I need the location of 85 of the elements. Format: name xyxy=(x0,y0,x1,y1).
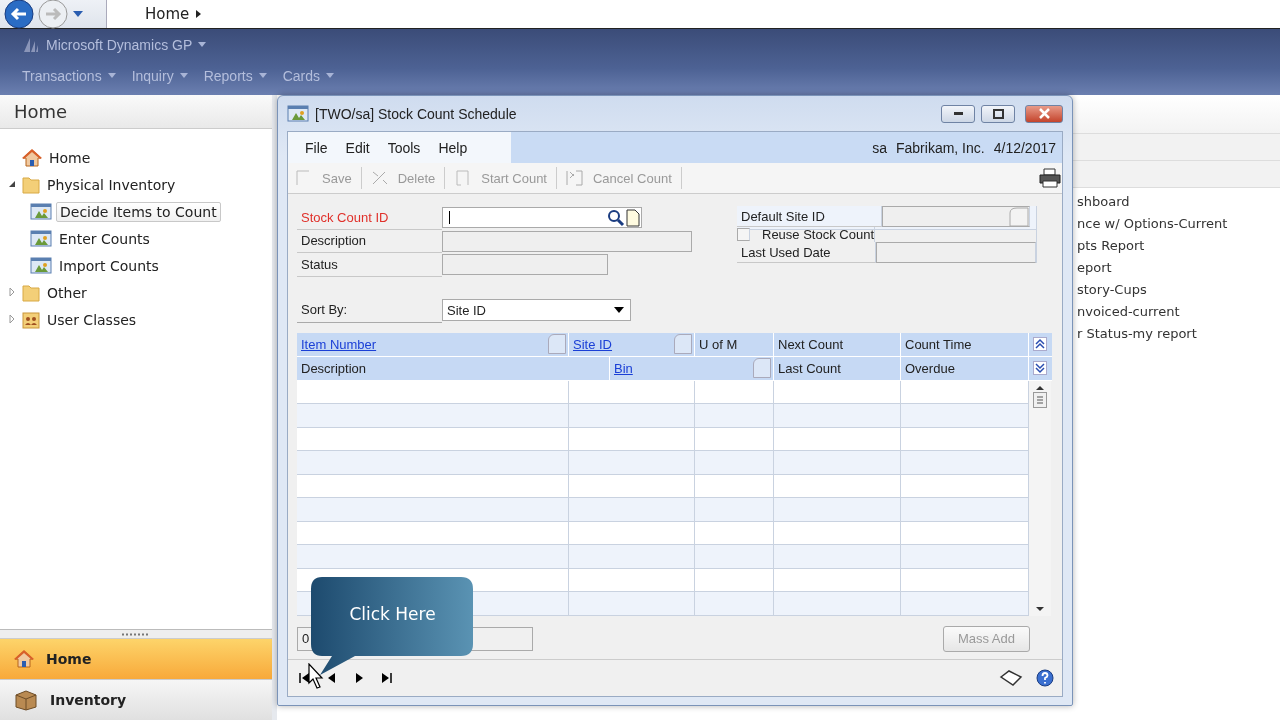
cancel-icon xyxy=(565,168,585,188)
tree-item[interactable]: Other xyxy=(44,282,90,303)
column-header: U of M xyxy=(699,336,738,352)
close-icon xyxy=(1038,108,1050,119)
column-header-link[interactable]: Bin xyxy=(614,360,633,376)
collapse-rows-icon[interactable] xyxy=(1033,337,1047,351)
navigation-section[interactable]: Inventory xyxy=(0,679,272,720)
dropdown-arrow-icon xyxy=(614,307,624,313)
home-icon xyxy=(22,148,42,167)
menu-item[interactable]: Help xyxy=(429,139,477,156)
user-name: sa xyxy=(872,139,887,156)
user-date: 4/12/2017 xyxy=(993,139,1056,156)
maximize-button[interactable] xyxy=(981,104,1015,123)
home-icon xyxy=(14,650,34,668)
input-field[interactable] xyxy=(442,207,642,229)
note-icon[interactable] xyxy=(999,669,1023,687)
dropdown[interactable]: Site ID xyxy=(442,299,631,321)
tree-item[interactable]: Home xyxy=(46,147,94,168)
tree-item[interactable]: Decide Items to Count xyxy=(56,201,221,222)
caret-icon xyxy=(179,73,188,78)
printer-icon[interactable] xyxy=(1038,167,1062,189)
column-header: Description xyxy=(301,360,367,376)
splitter-grip-icon[interactable] xyxy=(121,632,151,636)
column-header-link[interactable]: Item Number xyxy=(301,336,377,352)
column-header: Last Count xyxy=(778,360,841,376)
menu-item[interactable]: Tools xyxy=(378,139,430,156)
minimize-icon xyxy=(953,112,963,115)
window-icon xyxy=(30,229,52,248)
report-link[interactable]: story-Cups xyxy=(1077,282,1280,299)
checkbox-label: Reuse Stock Count xyxy=(762,227,874,242)
menu-item[interactable]: Edit xyxy=(336,139,379,156)
tree-item[interactable]: Enter Counts xyxy=(56,228,153,249)
section-label: Inventory xyxy=(50,692,127,708)
search-icon[interactable] xyxy=(607,208,625,227)
scroll-down-icon[interactable] xyxy=(1035,604,1045,613)
column-header-link[interactable]: Site ID xyxy=(573,336,612,352)
minimize-button[interactable] xyxy=(941,104,975,123)
callout-text: Click Here xyxy=(348,604,437,624)
caret-icon xyxy=(326,73,335,78)
tree-item[interactable]: User Classes xyxy=(44,309,140,330)
breadcrumb-link[interactable]: Home xyxy=(145,5,190,23)
expand-rows-icon[interactable] xyxy=(1033,361,1047,375)
window-icon xyxy=(287,104,309,123)
caret-icon xyxy=(198,42,207,47)
tree-item[interactable]: Physical Inventory xyxy=(44,174,179,195)
caret-icon xyxy=(258,73,267,78)
column-header: Next Count xyxy=(778,336,844,352)
report-link[interactable]: shboard xyxy=(1077,194,1280,211)
section-label: Home xyxy=(46,651,92,667)
expand-arrow-icon[interactable] xyxy=(8,314,16,323)
forward-button[interactable] xyxy=(38,0,68,29)
window-icon xyxy=(30,256,52,275)
column-header: Overdue xyxy=(905,360,955,376)
navigation-section[interactable]: Home xyxy=(0,638,272,679)
pointer-cursor-icon xyxy=(308,663,324,689)
collapse-arrow-icon[interactable] xyxy=(8,179,16,188)
help-icon[interactable] xyxy=(1036,669,1054,687)
report-link[interactable]: r Status-my report xyxy=(1077,326,1280,343)
last-record-icon[interactable] xyxy=(379,671,393,685)
new-document-icon[interactable] xyxy=(625,208,641,227)
expand-arrow-icon[interactable] xyxy=(8,287,16,296)
close-button[interactable] xyxy=(1025,104,1063,123)
maximize-icon xyxy=(992,108,1004,119)
menu-item[interactable]: File xyxy=(296,139,337,156)
breadcrumb-arrow-icon[interactable] xyxy=(195,9,203,19)
report-link[interactable]: eport xyxy=(1077,260,1280,277)
caret-icon xyxy=(107,73,116,78)
product-menu[interactable]: Microsoft Dynamics GP xyxy=(46,36,193,53)
report-link[interactable]: nvoiced-current xyxy=(1077,304,1280,321)
tree-item[interactable]: Import Counts xyxy=(56,255,162,276)
dropdown-arrow-icon[interactable] xyxy=(72,9,84,19)
scroll-thumb[interactable] xyxy=(1033,391,1047,408)
box-icon xyxy=(14,689,38,711)
folder-icon xyxy=(22,283,40,302)
checkbox[interactable] xyxy=(737,228,750,241)
window-title: [TWO/sa] Stock Count Schedule xyxy=(315,105,518,122)
report-link[interactable]: pts Report xyxy=(1077,238,1280,255)
pane-title: Home xyxy=(0,95,272,129)
users-folder-icon xyxy=(22,310,40,329)
folder-icon xyxy=(22,175,40,194)
report-link[interactable]: nce w/ Options-Current xyxy=(1077,216,1280,233)
window-icon xyxy=(30,202,52,221)
company-name: Fabrikam, Inc. xyxy=(896,139,985,156)
column-header: Count Time xyxy=(905,336,972,352)
back-button[interactable] xyxy=(4,0,34,29)
